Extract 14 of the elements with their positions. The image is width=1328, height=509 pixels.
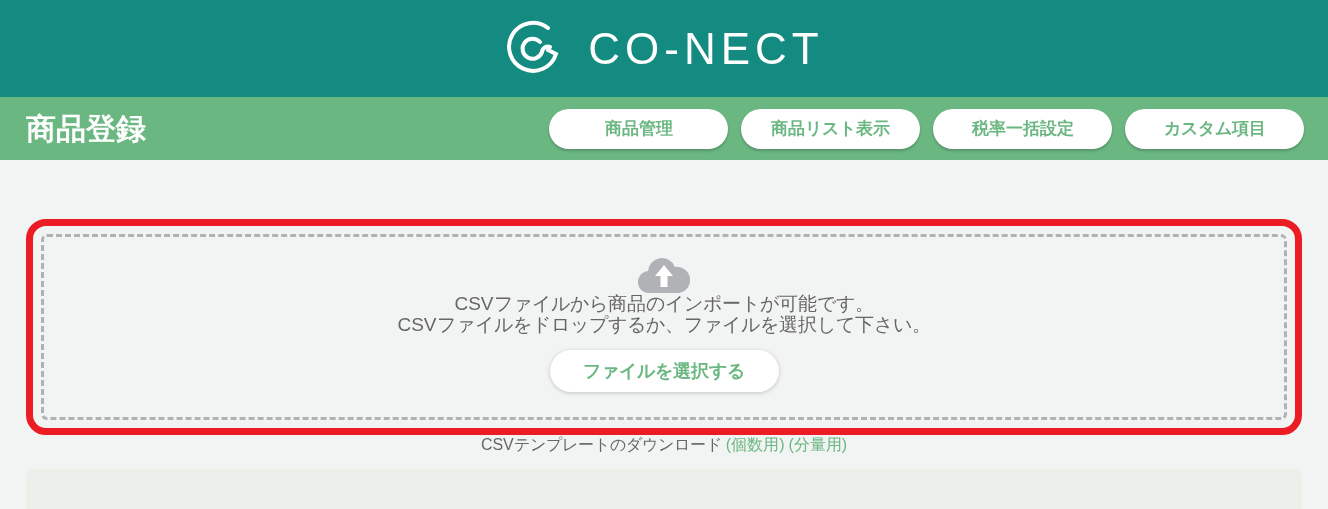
nav-button[interactable]: 税率一括設定 [933,108,1112,149]
template-link[interactable]: (分量用) [788,433,848,457]
brand-name: CO-NECT [588,26,824,71]
template-label: CSVテンプレートのダウンロード [480,435,722,455]
instruction-text: CSVファイルをドロップするか、ファイルを選択して下さい。 [397,314,931,335]
instruction-text: CSVファイルから商品のインポートが可能です。 [454,293,874,314]
cloud-upload-icon [638,257,690,293]
nav-button[interactable]: 商品リスト表示 [741,108,920,149]
template-link[interactable]: (個数用) [725,433,785,457]
nav-button[interactable]: カスタム項目 [1125,108,1304,149]
select-file-button[interactable]: ファイルを選択する [549,350,779,392]
page-title: 商品登録 [26,111,146,148]
nav-button[interactable]: 商品管理 [549,108,728,149]
drop-zone[interactable]: CSVファイルから商品のインポートが可能です。 CSVファイルをドロップするか、ファイルを選択して下さい。 ファイルを選択する [41,234,1287,420]
